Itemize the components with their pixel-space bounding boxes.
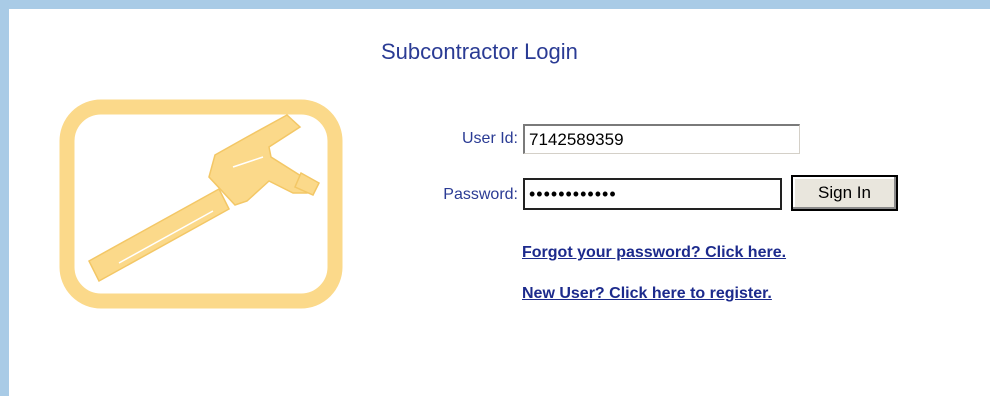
hammer-icon [59, 99, 343, 309]
login-panel: Subcontractor Login User Id: Password: S… [0, 0, 990, 396]
sign-in-button[interactable]: Sign In [791, 175, 898, 211]
user-id-input[interactable] [523, 124, 800, 154]
password-input[interactable] [523, 178, 782, 210]
register-link[interactable]: New User? Click here to register. [522, 285, 772, 303]
forgot-password-link[interactable]: Forgot your password? Click here. [522, 244, 786, 262]
user-id-label: User Id: [461, 130, 518, 147]
password-label: Password: [443, 186, 518, 203]
page-title: Subcontractor Login [381, 39, 578, 64]
